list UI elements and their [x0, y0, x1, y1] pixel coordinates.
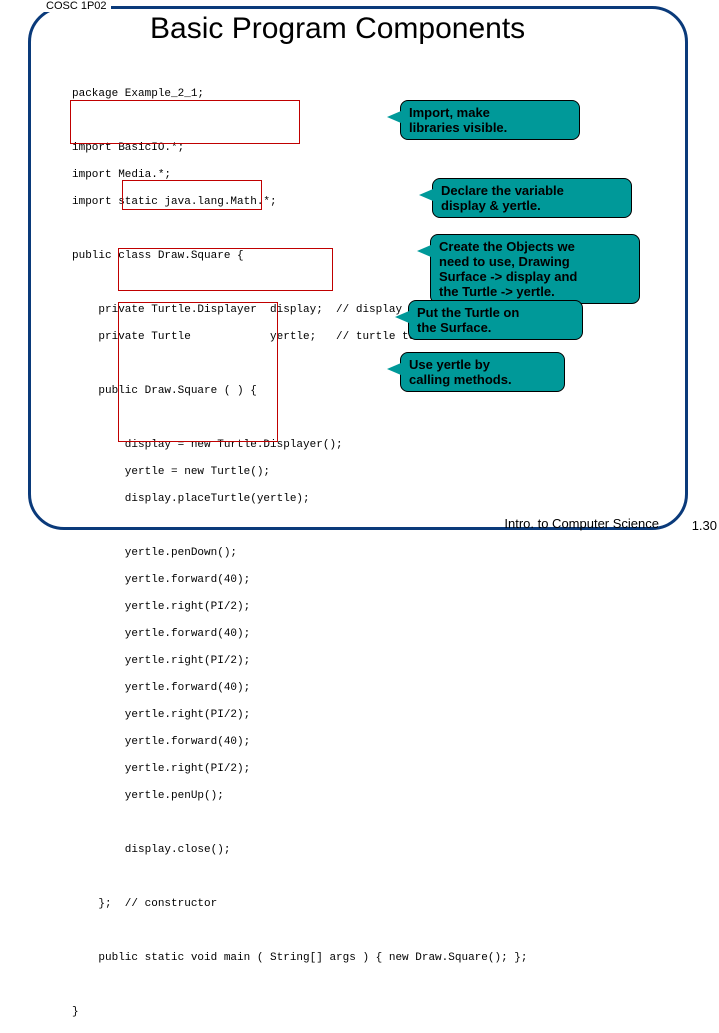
highlight-create [118, 248, 333, 291]
code-line: yertle.forward(40); [72, 736, 527, 750]
highlight-imports [70, 100, 300, 144]
callout-declare: Declare the variable display & yertle. [432, 178, 632, 218]
highlight-calls [118, 302, 278, 442]
code-line: yertle.right(PI/2); [72, 655, 527, 669]
callout-text: Import, make libraries visible. [409, 105, 507, 135]
slide-title: Basic Program Components [150, 12, 525, 46]
code-line: yertle.forward(40); [72, 628, 527, 642]
course-code: COSC 1P02 [42, 0, 111, 12]
code-line: yertle = new Turtle(); [72, 466, 527, 480]
callout-text: Use yertle by calling methods. [409, 357, 512, 387]
code-line: } [72, 1006, 527, 1020]
page-number: 1.30 [692, 518, 717, 533]
footer-text: Intro. to Computer Science [504, 516, 659, 531]
callout-text: Put the Turtle on the Surface. [417, 305, 519, 335]
code-line: display.close(); [72, 844, 527, 858]
code-line: yertle.right(PI/2); [72, 601, 527, 615]
callout-import: Import, make libraries visible. [400, 100, 580, 140]
code-line: yertle.penDown(); [72, 547, 527, 561]
callout-text: Create the Objects we need to use, Drawi… [439, 239, 577, 299]
code-line: yertle.forward(40); [72, 682, 527, 696]
callout-create: Create the Objects we need to use, Drawi… [430, 234, 640, 304]
code-line: public static void main ( String[] args … [72, 952, 527, 966]
code-line: yertle.forward(40); [72, 574, 527, 588]
highlight-fields [122, 180, 262, 210]
callout-text: Declare the variable display & yertle. [441, 183, 564, 213]
callout-use: Use yertle by calling methods. [400, 352, 565, 392]
code-line: display.placeTurtle(yertle); [72, 493, 527, 507]
code-line: package Example_2_1; [72, 88, 527, 102]
code-line: }; // constructor [72, 898, 527, 912]
code-line: yertle.right(PI/2); [72, 763, 527, 777]
code-line: yertle.right(PI/2); [72, 709, 527, 723]
callout-put: Put the Turtle on the Surface. [408, 300, 583, 340]
code-line: yertle.penUp(); [72, 790, 527, 804]
